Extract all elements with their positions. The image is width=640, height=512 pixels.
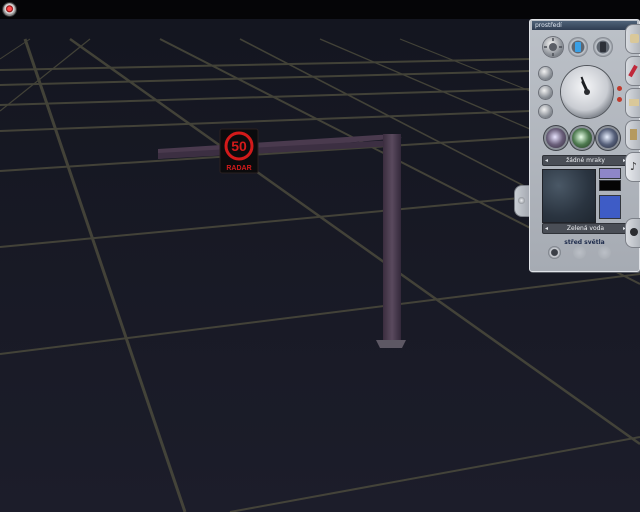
color-swatch-black[interactable] (599, 180, 621, 191)
door-button[interactable] (568, 37, 588, 57)
sign-caption: RADAR (226, 165, 251, 172)
water-label: Zelená voda (566, 225, 605, 232)
clock-alarm-icon (617, 86, 622, 91)
light-label: střed světla (564, 239, 605, 246)
color-swatch-blue[interactable] (599, 195, 621, 219)
time-up-button[interactable] (539, 67, 552, 80)
phone-button[interactable] (593, 37, 613, 57)
time-play-button[interactable] (539, 86, 552, 99)
light-button-disabled (598, 246, 611, 259)
door-icon (575, 42, 581, 52)
tab-environment[interactable]: ♪ (625, 152, 640, 182)
tab-camera[interactable] (625, 218, 640, 248)
color-swatch-lavender[interactable] (599, 168, 621, 179)
light-button[interactable] (548, 246, 561, 259)
tab-train[interactable] (625, 24, 640, 54)
speed-sign: 50 RADAR (219, 128, 259, 174)
sky-selector[interactable]: ◂ žádné mraky ▸ (542, 155, 629, 166)
gear-icon (630, 129, 637, 140)
track-icon (629, 99, 639, 106)
panel-collapse-tab[interactable] (514, 185, 530, 217)
collapse-icon (518, 197, 525, 204)
arrow-left-icon[interactable]: ◂ (545, 224, 548, 233)
phone-icon (600, 42, 606, 52)
clock-center-icon (584, 89, 590, 95)
sign-speed: 50 (231, 138, 247, 154)
eye-icon (630, 228, 638, 236)
sky-orb-purple[interactable] (546, 128, 566, 148)
sky-orb-blue[interactable] (598, 128, 618, 148)
top-bar (0, 0, 640, 19)
tab-track[interactable] (625, 88, 640, 118)
tab-paint[interactable] (625, 56, 640, 86)
panel-title: prostředí (532, 21, 637, 30)
clock-alarm-icon (617, 97, 622, 102)
water-selector[interactable]: ◂ Zelená voda ▸ (542, 223, 629, 234)
time-speed-button[interactable] (539, 105, 552, 118)
cloud-icon: ♪ (630, 160, 638, 173)
environment-panel: prostředí ◂ žádné mraky ▸ ◂ Zelená voda … (529, 19, 640, 272)
close-icon[interactable] (3, 3, 16, 16)
sky-label: žádné mraky (566, 157, 605, 164)
sun-icon (544, 38, 562, 56)
sky-orb-green[interactable] (572, 128, 592, 148)
tab-objects[interactable] (625, 120, 640, 150)
gantry-base (376, 340, 406, 348)
light-button-disabled (573, 246, 586, 259)
sun-button[interactable] (543, 37, 563, 57)
arrow-left-icon[interactable]: ◂ (545, 156, 548, 165)
sky-preview[interactable] (542, 169, 596, 223)
gantry-pole (383, 134, 401, 344)
train-icon (630, 34, 639, 43)
brush-icon (628, 64, 638, 78)
clock-dial[interactable] (561, 66, 613, 118)
